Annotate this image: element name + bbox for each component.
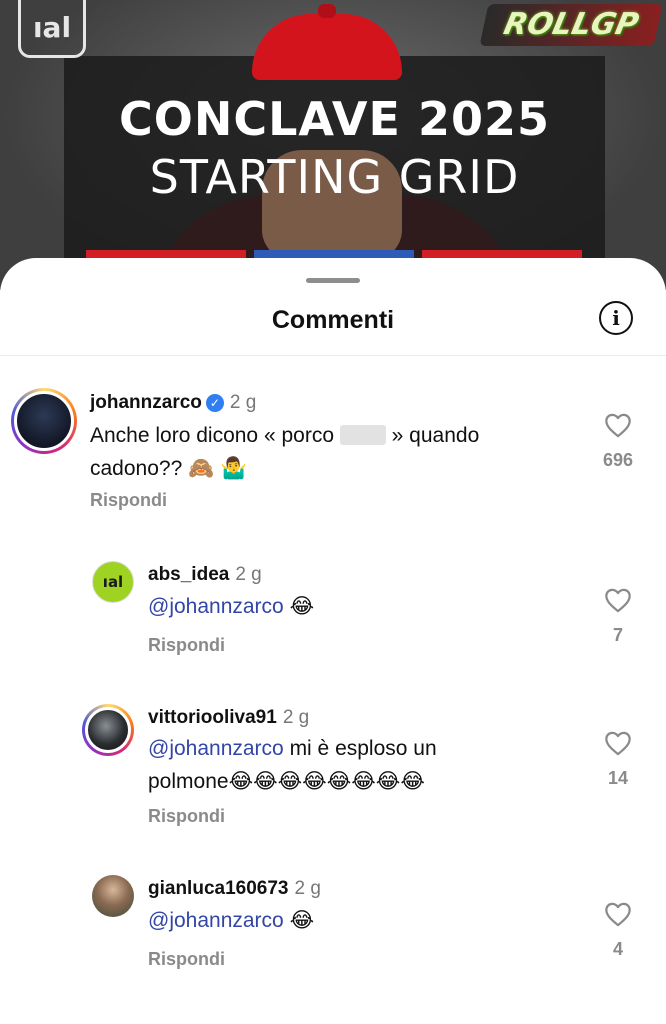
censored-word [339,425,386,445]
comment-time: 2 g [229,392,257,413]
comment-text: @johannzarco 😂 [148,904,588,937]
avatar[interactable] [82,704,134,756]
heart-icon [605,902,631,927]
mention-link[interactable]: @johannzarco [148,737,284,760]
like-count: 14 [607,768,629,788]
comment-emojis: 🙈 🤷‍♂️ [188,456,248,480]
like-button[interactable]: 7 [598,587,638,646]
avatar[interactable] [92,875,134,917]
info-icon[interactable]: i [599,301,633,335]
header-divider [0,355,666,356]
heart-icon [605,588,631,613]
like-count: 696 [602,450,634,470]
comment-time: 2 g [294,878,321,899]
heart-icon [605,731,631,756]
sheet-title: Commenti [271,306,395,334]
mention-link[interactable]: @johannzarco [148,909,284,932]
heart-icon [605,413,631,438]
comment-text: Anche loro dicono « porco » quando cadon… [90,424,480,480]
comment-emojis: 😂 [289,594,315,618]
like-button[interactable]: 4 [598,901,638,960]
like-count: 7 [612,625,623,645]
like-count: 4 [612,939,623,959]
reply-button[interactable]: Rispondi [90,490,167,511]
like-button[interactable]: 696 [598,412,638,471]
comment-emojis: 😂 [289,908,315,932]
comment-time: 2 g [235,564,262,585]
comment-emojis: 😂😂😂😂😂😂😂😂 [228,769,425,793]
reply-button[interactable]: Rispondi [148,635,225,656]
like-button[interactable]: 14 [598,730,638,789]
verified-badge-icon: ✓ [205,394,224,412]
comment-username[interactable]: johannzarco ✓ 2 g [90,392,256,414]
mention-link[interactable]: @johannzarco [148,595,284,618]
avatar[interactable] [11,388,77,454]
post-image: CONCLAVE 2025 STARTING GRID ıal ROLLGP [0,0,666,290]
ial-logo: ıal [18,0,86,58]
comment-username[interactable]: gianluca160673 2 g [148,878,321,900]
post-title-line2: STARTING GRID [149,150,520,204]
rollgp-logo: ROLLGP [479,4,663,46]
comment-time: 2 g [282,707,310,728]
comments-sheet: Commenti i johannzarco ✓ 2 g Anche loro di… [0,258,666,1024]
comment-username[interactable]: abs_idea 2 g [148,564,262,586]
comment-username[interactable]: vittoriooliva91 2 g [148,707,309,729]
drag-handle[interactable] [306,278,360,283]
post-title-line1: CONCLAVE 2025 [119,92,550,146]
avatar[interactable]: ıal [92,561,134,603]
reply-button[interactable]: Rispondi [148,806,225,827]
comment-text: @johannzarco mi è esploso un polmone😂😂😂😂… [148,737,437,793]
comment-text: @johannzarco 😂 [148,590,588,623]
reply-button[interactable]: Rispondi [148,949,225,970]
